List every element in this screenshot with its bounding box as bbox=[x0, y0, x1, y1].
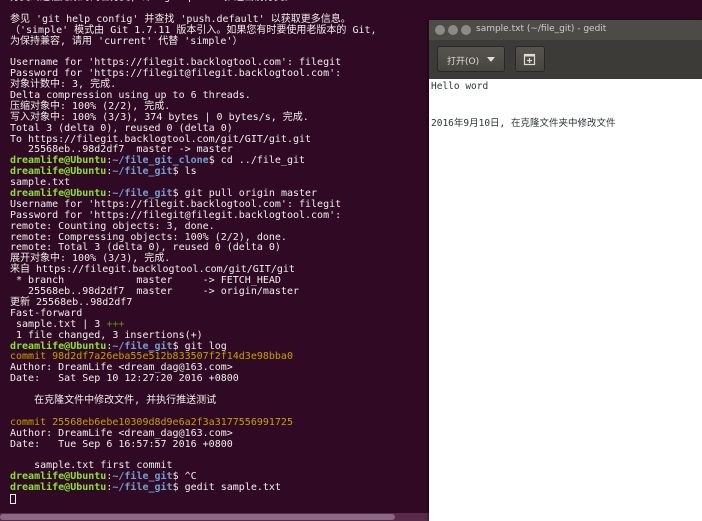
terminal-text: Delta compression using up to 6 threads. bbox=[10, 90, 251, 102]
terminal-output: 分支到远程无敌的同名分支, 即 'git push' 推送当前分支。参见 'gi… bbox=[10, 0, 377, 505]
terminal-text: Password for 'https://filegit@filegit.ba… bbox=[10, 68, 342, 80]
terminal-text: Author: DreamLife <dream_dag@163.com> bbox=[10, 427, 233, 439]
terminal-cursor bbox=[10, 493, 16, 504]
terminal-text: * branch master -> FETCH_HEAD bbox=[10, 275, 281, 287]
terminal-text: sample.txt | 3 bbox=[10, 318, 107, 330]
terminal-text: sample.txt bbox=[10, 177, 71, 189]
terminal-text: 写入对象中: 100% (3/3), 374 bytes | 0 bytes/s… bbox=[10, 111, 309, 123]
terminal-text: Fast-forward bbox=[10, 307, 83, 319]
new-document-icon bbox=[523, 53, 536, 66]
chevron-down-icon bbox=[487, 57, 495, 62]
terminal-text: $ git log bbox=[172, 340, 227, 352]
terminal-text: Total 3 (delta 0), reused 0 (delta 0) bbox=[10, 122, 233, 134]
prompt-path: ~/file_git bbox=[112, 166, 173, 178]
prompt-path: ~/file_git bbox=[112, 482, 173, 494]
terminal-line bbox=[10, 493, 377, 505]
terminal-line: 为保持兼容, 请用 'current' 代替 'simple'） bbox=[10, 35, 377, 48]
terminal-text: To https://filegit.backlogtool.com/git/G… bbox=[10, 133, 312, 145]
terminal-text: 参见 'git help config' 并查找 'push.default' … bbox=[10, 13, 351, 25]
terminal-text: 1 file changed, 3 insertions(+) bbox=[10, 329, 203, 341]
prompt-user: dreamlife@Ubuntu bbox=[10, 471, 107, 483]
terminal-scrollbar-thumb[interactable] bbox=[0, 514, 395, 520]
terminal-text: 为保持兼容, 请用 'current' 代替 'simple'） bbox=[10, 35, 243, 47]
maximize-icon[interactable] bbox=[461, 25, 471, 35]
prompt-path: ~/file_git bbox=[112, 340, 173, 352]
text-editor[interactable]: Hello word 2016年9月10日, 在克隆文件夹中修改文件 bbox=[429, 79, 702, 521]
prompt-path: ~/file_git bbox=[112, 471, 173, 483]
terminal-text: 对象计数中: 3, 完成. bbox=[10, 79, 117, 91]
close-icon[interactable] bbox=[435, 25, 445, 35]
terminal-line: Date: Tue Sep 6 16:57:57 2016 +0800 bbox=[10, 438, 377, 451]
document-line[interactable]: 2016年9月10日, 在克隆文件夹中修改文件 bbox=[431, 118, 615, 130]
desktop: 分支到远程无敌的同名分支, 即 'git push' 推送当前分支。参见 'gi… bbox=[0, 0, 702, 521]
terminal-text: Username for 'https://filegit.backlogtoo… bbox=[10, 57, 342, 69]
terminal-text: $ cd ../file_git bbox=[208, 155, 306, 167]
commit-hash: commit 25568eb6ebe10309d8d9e6a2f3a317755… bbox=[10, 416, 293, 428]
terminal-text: （'simple' 模式由 Git 1.7.11 版本引入。如果您有时要使用老版… bbox=[10, 24, 377, 36]
prompt-user: dreamlife@Ubuntu bbox=[10, 166, 107, 178]
terminal-text: sample.txt first commit bbox=[10, 460, 173, 472]
prompt-user: dreamlife@Ubuntu bbox=[10, 482, 107, 494]
terminal-text: $ ls bbox=[172, 166, 197, 178]
prompt-user: dreamlife@Ubuntu bbox=[10, 155, 107, 167]
terminal-line: Date: Sat Sep 10 12:27:20 2016 +0800 bbox=[10, 373, 377, 385]
terminal-window[interactable]: 分支到远程无敌的同名分支, 即 'git push' 推送当前分支。参见 'gi… bbox=[0, 0, 429, 521]
window-title: sample.txt (~/file_git) - gedit bbox=[476, 24, 607, 34]
terminal-text: 来自 https://filegit.backlogtool.com/git/G… bbox=[10, 264, 295, 276]
terminal-text: remote: Counting objects: 3, done. bbox=[10, 220, 215, 232]
terminal-text: Date: Sat Sep 10 12:27:20 2016 +0800 bbox=[10, 373, 239, 385]
terminal-scrollbar[interactable] bbox=[0, 513, 429, 521]
terminal-text: Password for 'https://filegit@filegit.ba… bbox=[10, 209, 342, 221]
terminal-line: 在克隆文件中修改文件, 并执行推送测试 bbox=[10, 394, 377, 407]
prompt-user: dreamlife@Ubuntu bbox=[10, 188, 107, 200]
open-button[interactable]: 打开(O) bbox=[437, 46, 505, 72]
terminal-text: 分支到远程无敌的同名分支, 即 'git push' 推送当前分支。 bbox=[10, 0, 294, 3]
terminal-text: 25568eb..98d2df7 master -> origin/master bbox=[10, 286, 299, 298]
new-document-button[interactable] bbox=[515, 46, 545, 72]
prompt-user: dreamlife@Ubuntu bbox=[10, 340, 107, 352]
gedit-toolbar: 打开(O) bbox=[429, 40, 702, 79]
terminal-text: 展开对象中: 100% (3/3), 完成. bbox=[10, 253, 171, 265]
gedit-window[interactable]: sample.txt (~/file_git) - gedit 打开(O) He… bbox=[429, 20, 702, 521]
prompt-path: ~/file_git_clone bbox=[112, 155, 209, 167]
document-line[interactable] bbox=[431, 106, 615, 118]
diff-stat: +++ bbox=[106, 318, 125, 330]
terminal-text: Date: Tue Sep 6 16:57:57 2016 +0800 bbox=[10, 438, 233, 450]
gedit-titlebar[interactable]: sample.txt (~/file_git) - gedit bbox=[429, 20, 702, 40]
terminal-text: $ git pull origin master bbox=[172, 188, 318, 200]
terminal-text: $ gedit sample.txt bbox=[172, 482, 281, 494]
terminal-text: 在克隆文件中修改文件, 并执行推送测试 bbox=[10, 394, 217, 406]
terminal-text: remote: Total 3 (delta 0), reused 0 (del… bbox=[10, 242, 281, 254]
terminal-line: dreamlife@Ubuntu:~/file_git$ gedit sampl… bbox=[10, 482, 377, 494]
terminal-text: 25568eb..98d2df7 master -> master bbox=[10, 144, 233, 156]
terminal-text: $ ^C bbox=[172, 471, 197, 483]
document-content[interactable]: Hello word 2016年9月10日, 在克隆文件夹中修改文件 bbox=[431, 81, 615, 130]
open-button-label: 打开(O) bbox=[447, 57, 480, 67]
document-line[interactable] bbox=[431, 93, 615, 105]
terminal-text: 压缩对象中: 100% (2/2), 完成. bbox=[10, 100, 171, 112]
terminal-text: 更新 25568eb..98d2df7 bbox=[10, 296, 133, 308]
terminal-text: remote: Compressing objects: 100% (2/2),… bbox=[10, 231, 287, 243]
commit-hash: commit 98d2df7a26eba55e512b833507f2f14d3… bbox=[10, 351, 293, 363]
document-line[interactable]: Hello word bbox=[431, 81, 615, 93]
prompt-path: ~/file_git bbox=[112, 188, 173, 200]
terminal-text: Username for 'https://filegit.backlogtoo… bbox=[10, 198, 342, 210]
minimize-icon[interactable] bbox=[448, 25, 458, 35]
terminal-text: Author: DreamLife <dream_dag@163.com> bbox=[10, 362, 233, 374]
